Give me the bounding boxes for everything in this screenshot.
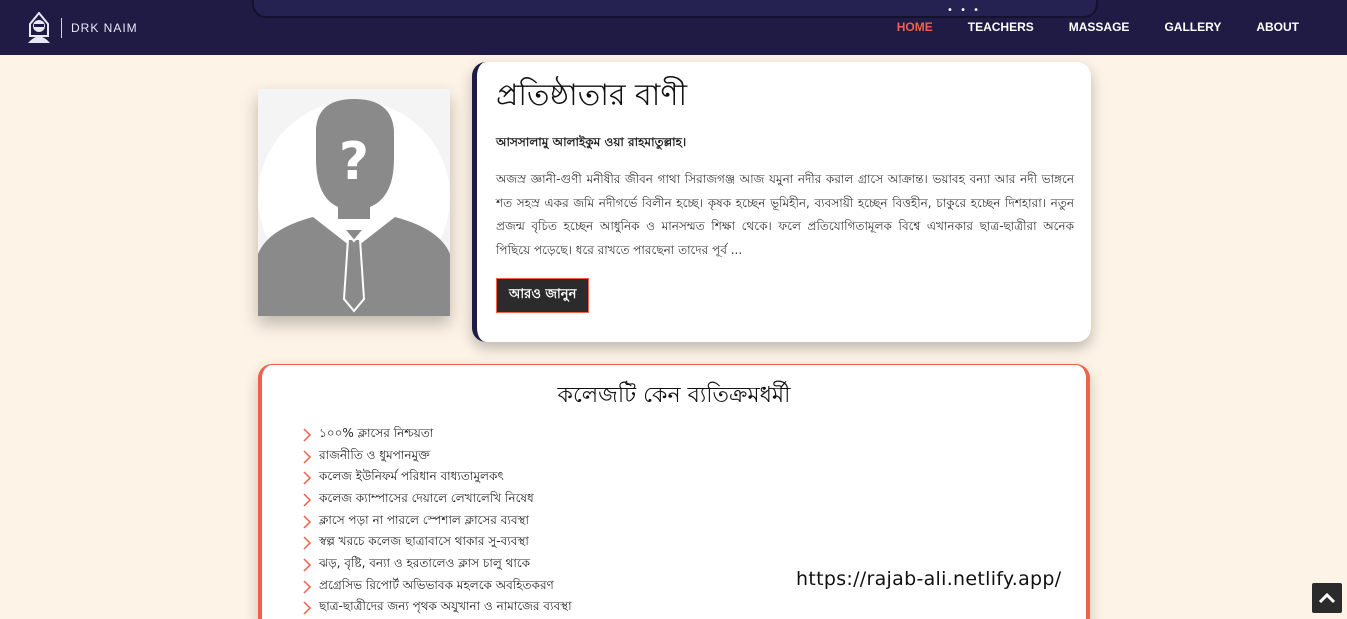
navbar: • • • DRK NAIM HOME TEACHERS MASSAGE GAL… bbox=[0, 0, 1347, 55]
anonymous-person-icon: ? bbox=[258, 89, 450, 316]
list-item: প্রগ্রেসিভ রিপোর্ট অভিভাবক মহলকে অবহিতকর… bbox=[302, 576, 572, 598]
list-item-text: ১০০% ক্লাসের নিশ্চয়তা bbox=[319, 425, 434, 440]
watermark-url: https://rajab-ali.netlify.app/ bbox=[796, 568, 1062, 590]
chevron-right-icon bbox=[303, 515, 312, 529]
brand-name: DRK NAIM bbox=[71, 21, 138, 35]
hacker-icon bbox=[28, 12, 50, 43]
brand-divider bbox=[61, 18, 62, 38]
chevron-right-icon bbox=[303, 471, 312, 485]
nav-item-teachers[interactable]: TEACHERS bbox=[968, 20, 1034, 34]
list-item: কলেজ ইউনিফর্ম পরিধান বাধ্যতামুলকৎ bbox=[302, 467, 572, 489]
chevron-right-icon bbox=[303, 428, 312, 442]
nav-item-massage[interactable]: MASSAGE bbox=[1069, 20, 1130, 34]
why-title: কলেজটি কেন ব্যতিক্রমধর্মী bbox=[557, 383, 791, 408]
more-dots-icon[interactable]: • • • bbox=[947, 6, 981, 16]
list-item: স্বল্প খরচে কলেজ ছাত্রাবাসে থাকার সু-ব্য… bbox=[302, 532, 572, 554]
founder-title: প্রতিষ্ঠাতার বাণী bbox=[496, 78, 688, 113]
svg-text:?: ? bbox=[339, 132, 369, 192]
list-item: কলেজ ক্যাম্পাসের দেয়ালে লেখালেখি নিষেধ bbox=[302, 489, 572, 511]
founder-greeting: আসসালামু আলাইকুম ওয়া রাহমাতুল্লাহ। bbox=[496, 135, 687, 149]
list-item: রাজনীতি ও ধুমপানমুক্ত bbox=[302, 446, 572, 468]
main-nav: HOME TEACHERS MASSAGE GALLERY ABOUT bbox=[862, 20, 1299, 34]
learn-more-button[interactable]: আরও জানুন bbox=[496, 278, 590, 313]
list-item: ছাত্র-ছাত্রীদের জন্য পৃথক অযুখানা ও নামা… bbox=[302, 598, 572, 619]
chevron-right-icon bbox=[303, 558, 312, 572]
chevron-right-icon bbox=[303, 536, 312, 550]
list-item-text: ক্লাসে পড়া না পারলে স্পেশাল ক্লাসের ব্য… bbox=[319, 512, 529, 527]
list-item: ঝড়, বৃষ্টি, বন্যা ও হরতালেও ক্লাস চালু … bbox=[302, 554, 572, 576]
chevron-right-icon bbox=[303, 450, 312, 464]
nav-item-home[interactable]: HOME bbox=[897, 20, 933, 34]
list-item-text: রাজনীতি ও ধুমপানমুক্ত bbox=[319, 447, 430, 462]
chevron-up-icon bbox=[1318, 592, 1336, 604]
founder-message-card: প্রতিষ্ঠাতার বাণী আসসালামু আলাইকুম ওয়া … bbox=[472, 62, 1091, 342]
back-to-top-button[interactable] bbox=[1312, 583, 1342, 613]
brand-logo[interactable]: DRK NAIM bbox=[24, 12, 138, 44]
chevron-right-icon bbox=[303, 580, 312, 594]
list-item: ১০০% ক্লাসের নিশ্চয়তা bbox=[302, 424, 572, 446]
list-item-text: কলেজ ইউনিফর্ম পরিধান বাধ্যতামুলকৎ bbox=[319, 469, 504, 484]
list-item-text: ঝড়, বৃষ্টি, বন্যা ও হরতালেও ক্লাস চালু … bbox=[319, 555, 531, 570]
list-item-text: প্রগ্রেসিভ রিপোর্ট অভিভাবক মহলকে অবহিতকর… bbox=[319, 577, 554, 592]
founder-photo: ? bbox=[258, 89, 450, 316]
chevron-right-icon bbox=[303, 601, 312, 615]
nav-item-gallery[interactable]: GALLERY bbox=[1164, 20, 1221, 34]
chevron-right-icon bbox=[303, 493, 312, 507]
nav-item-about[interactable]: ABOUT bbox=[1256, 20, 1299, 34]
list-item: ক্লাসে পড়া না পারলে স্পেশাল ক্লাসের ব্য… bbox=[302, 511, 572, 533]
feature-list: ১০০% ক্লাসের নিশ্চয়তা রাজনীতি ও ধুমপানম… bbox=[302, 424, 572, 619]
founder-message-text: অজস্র জ্ঞানী-গুণী মনীষীর জীবন গাথা সিরাজ… bbox=[496, 172, 1074, 257]
list-item-text: ছাত্র-ছাত্রীদের জন্য পৃথক অযুখানা ও নামা… bbox=[319, 599, 572, 614]
list-item-text: কলেজ ক্যাম্পাসের দেয়ালে লেখালেখি নিষেধ bbox=[319, 490, 534, 505]
list-item-text: স্বল্প খরচে কলেজ ছাত্রাবাসে থাকার সু-ব্য… bbox=[319, 534, 529, 549]
